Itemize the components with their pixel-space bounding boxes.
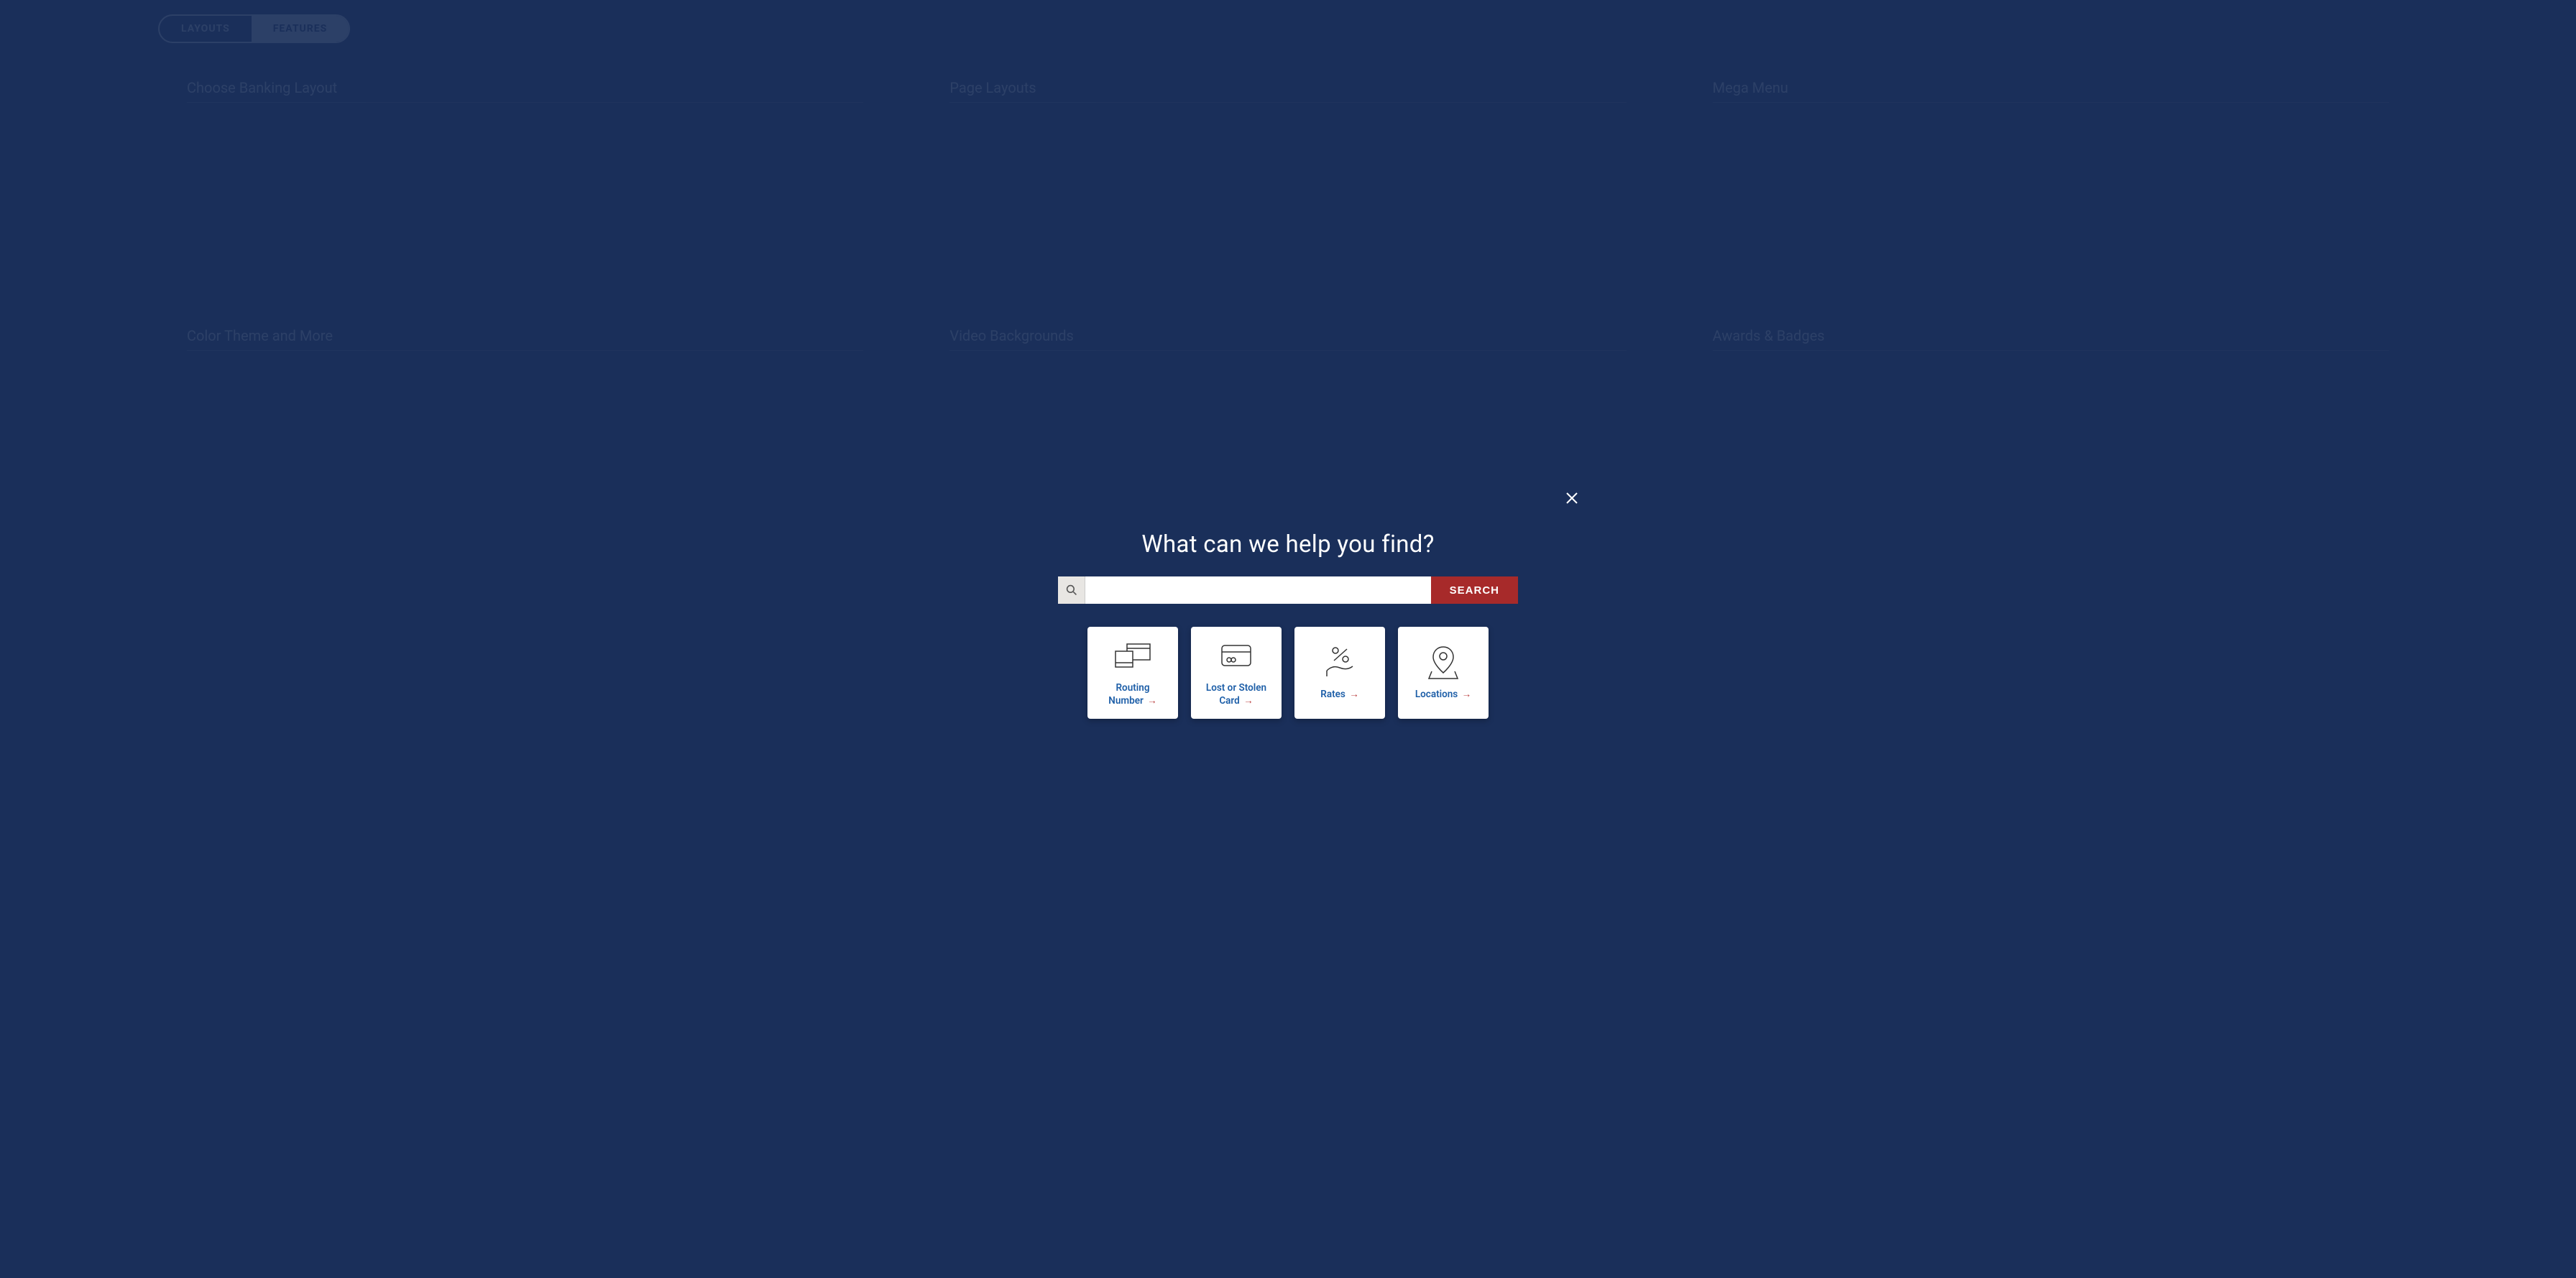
quick-link-rates[interactable]: Rates → <box>1294 627 1385 719</box>
search-icon <box>1066 584 1077 596</box>
quick-link-label: Routing Number → <box>1093 682 1172 707</box>
routing-icon <box>1113 638 1153 674</box>
search-bar: SEARCH <box>1058 576 1518 604</box>
search-modal-overlay: What can we help you find? SEARCH <box>0 0 2576 1278</box>
search-button[interactable]: SEARCH <box>1431 576 1518 604</box>
quick-link-lost-card[interactable]: Lost or Stolen Card → <box>1191 627 1282 719</box>
close-button[interactable] <box>1561 487 1583 509</box>
quick-link-label: Rates → <box>1320 689 1358 702</box>
card-icon <box>1219 638 1254 674</box>
close-icon <box>1565 492 1578 505</box>
arrow-icon: → <box>1459 689 1471 700</box>
arrow-icon: → <box>1241 695 1254 707</box>
modal-title: What can we help you find? <box>1058 530 1518 558</box>
rates-icon <box>1322 644 1357 680</box>
quick-links-row: Routing Number → Lost or Stolen Card → <box>1058 627 1518 719</box>
quick-link-label: Lost or Stolen Card → <box>1197 682 1276 707</box>
quick-link-label: Locations → <box>1415 689 1471 702</box>
quick-link-locations[interactable]: Locations → <box>1398 627 1489 719</box>
search-modal: What can we help you find? SEARCH <box>1058 530 1518 719</box>
search-icon-box <box>1058 576 1085 604</box>
arrow-icon: → <box>1347 689 1359 700</box>
quick-link-routing-number[interactable]: Routing Number → <box>1087 627 1178 719</box>
search-input[interactable] <box>1085 576 1431 604</box>
arrow-icon: → <box>1145 695 1157 707</box>
location-icon <box>1427 644 1459 680</box>
